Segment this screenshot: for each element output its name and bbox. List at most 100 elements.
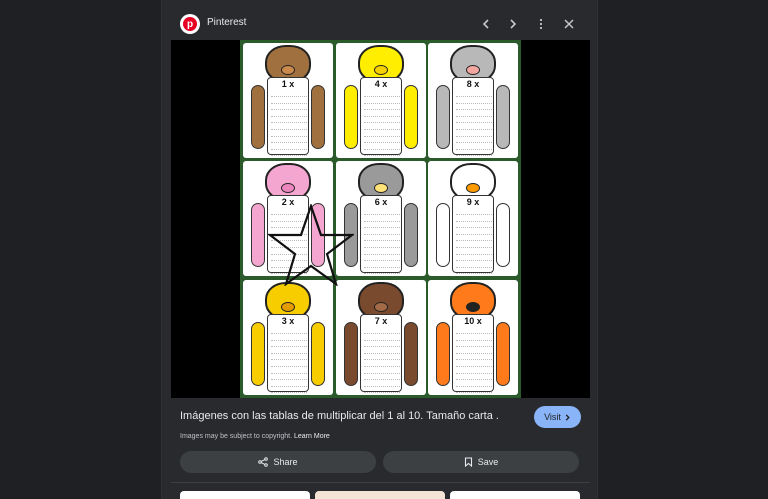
image-title[interactable]: Imágenes con las tablas de multiplicar d…	[180, 410, 500, 422]
times-table-rows	[456, 209, 492, 275]
save-button[interactable]: Save	[383, 451, 579, 473]
times-table-row	[456, 209, 492, 215]
more-vert-icon[interactable]	[531, 14, 551, 34]
chevron-right-icon[interactable]	[503, 14, 523, 34]
lion-arm-right	[311, 322, 325, 386]
visit-button[interactable]: Visit	[534, 406, 581, 428]
times-table-row	[271, 137, 307, 144]
times-table-rows	[271, 91, 307, 157]
times-table-row	[364, 117, 400, 124]
times-table-row	[364, 235, 400, 242]
tiger-arm-right	[496, 322, 510, 386]
share-button[interactable]: Share	[180, 451, 376, 473]
monkey-snout	[281, 65, 295, 75]
times-table-row	[364, 209, 400, 215]
close-icon[interactable]	[559, 14, 579, 34]
times-table-row	[271, 374, 307, 381]
times-table-row	[364, 348, 400, 354]
times-table-rows	[364, 91, 400, 157]
page: p Pinterest 1 x4 x8 x2 x6 x9 x3 x7 x 10 x…	[0, 0, 768, 499]
duck-snout	[466, 183, 480, 193]
times-table-row	[456, 361, 492, 367]
duck-arm-right	[496, 203, 510, 267]
times-table-row	[456, 249, 492, 255]
times-table-row	[364, 229, 400, 235]
related-image-thumbnail[interactable]	[450, 491, 580, 499]
pig-arm-left	[251, 203, 265, 267]
pinterest-logo-icon[interactable]: p	[180, 14, 200, 34]
times-table-row	[364, 137, 400, 144]
table-card-elephant: 8 x	[428, 43, 518, 158]
times-table-row	[271, 104, 307, 111]
times-table-row	[456, 387, 492, 394]
times-table-title: 3 x	[281, 316, 295, 326]
times-table-row	[456, 235, 492, 242]
share-icon	[258, 457, 269, 467]
times-table-rows	[456, 91, 492, 157]
times-table-row	[364, 374, 400, 381]
save-label: Save	[477, 457, 499, 467]
learn-more-link[interactable]: Learn More	[294, 433, 330, 440]
share-label: Share	[273, 457, 298, 467]
times-table-row	[456, 124, 492, 130]
times-table-title: 1 x	[281, 79, 295, 89]
times-table-row	[364, 144, 400, 150]
times-table-row	[456, 150, 492, 157]
related-image-thumbnail[interactable]	[315, 491, 445, 499]
table-card-chick: 4 x	[336, 43, 426, 158]
times-table-row	[271, 341, 307, 348]
times-table-row	[456, 137, 492, 144]
times-table-row	[456, 117, 492, 124]
times-table-row	[456, 144, 492, 150]
tiger-arm-left	[436, 322, 450, 386]
star-outline-icon	[268, 204, 354, 286]
monkey-arm-right	[311, 85, 325, 149]
times-table-row	[271, 111, 307, 117]
chick-snout	[374, 65, 388, 75]
times-table-rows	[271, 328, 307, 394]
chevron-left-icon[interactable]	[476, 14, 496, 34]
times-table-row	[456, 104, 492, 111]
times-table-title: 8 x	[466, 79, 480, 89]
elephant-snout	[466, 65, 480, 75]
times-table-row	[271, 381, 307, 387]
times-table-row	[456, 268, 492, 275]
pinterest-logo-mark: p	[183, 17, 197, 31]
times-table-row	[364, 387, 400, 394]
times-table-row	[271, 150, 307, 157]
elephant-arm-right	[496, 85, 510, 149]
donkey-arm-right	[404, 203, 418, 267]
times-table-row	[364, 98, 400, 104]
pig-snout	[281, 183, 295, 193]
times-table-row	[364, 268, 400, 275]
times-table-row	[271, 368, 307, 374]
times-table-row	[364, 104, 400, 111]
times-table-row	[271, 131, 307, 137]
times-table-row	[456, 341, 492, 348]
image-viewer-panel: p Pinterest 1 x4 x8 x2 x6 x9 x3 x7 x 10 x…	[161, 0, 598, 499]
times-table-row	[271, 348, 307, 354]
times-table-row	[271, 328, 307, 334]
times-table-row	[364, 124, 400, 130]
times-table-row	[456, 242, 492, 248]
times-table-row	[456, 381, 492, 387]
times-table-row	[364, 335, 400, 341]
chick-arm-left	[344, 85, 358, 149]
viewer-header: p Pinterest	[162, 0, 599, 40]
times-table-rows	[364, 328, 400, 394]
times-table-row	[271, 144, 307, 150]
times-table-card: 8 x	[452, 77, 494, 157]
times-table-title: 9 x	[466, 197, 480, 207]
copyright-note: Images may be subject to copyright. Lear…	[180, 433, 330, 440]
times-table-rows	[364, 209, 400, 275]
main-image[interactable]: 1 x4 x8 x2 x6 x9 x3 x7 x 10 x	[171, 40, 590, 398]
source-name[interactable]: Pinterest	[207, 17, 246, 28]
lion-snout	[281, 302, 295, 312]
related-image-thumbnail[interactable]	[180, 491, 310, 499]
times-table-row	[456, 262, 492, 268]
times-table-row	[456, 354, 492, 361]
times-table-row	[364, 328, 400, 334]
monkey-arm-left	[251, 85, 265, 149]
times-table-card: 9 x	[452, 195, 494, 275]
lion-arm-left	[251, 322, 265, 386]
